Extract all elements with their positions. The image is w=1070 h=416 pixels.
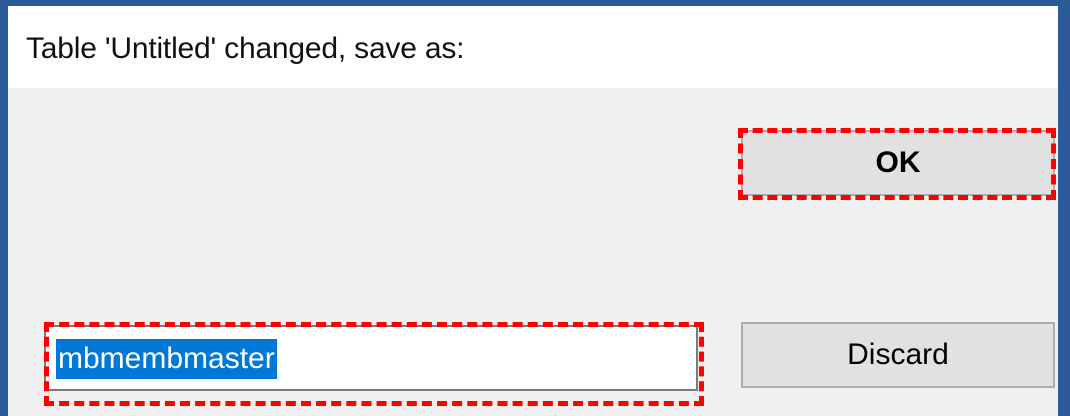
dialog-header: Table 'Untitled' changed, save as: — [8, 6, 1058, 88]
save-name-selected-text: mbmembmaster — [56, 339, 277, 379]
discard-button[interactable]: Discard — [741, 322, 1055, 388]
save-as-dialog: Table 'Untitled' changed, save as: OK mb… — [8, 6, 1058, 416]
prompt-text: Table 'Untitled' changed, save as: — [26, 32, 465, 65]
ok-button[interactable]: OK — [741, 130, 1055, 196]
save-name-input[interactable]: mbmembmaster — [44, 325, 698, 391]
